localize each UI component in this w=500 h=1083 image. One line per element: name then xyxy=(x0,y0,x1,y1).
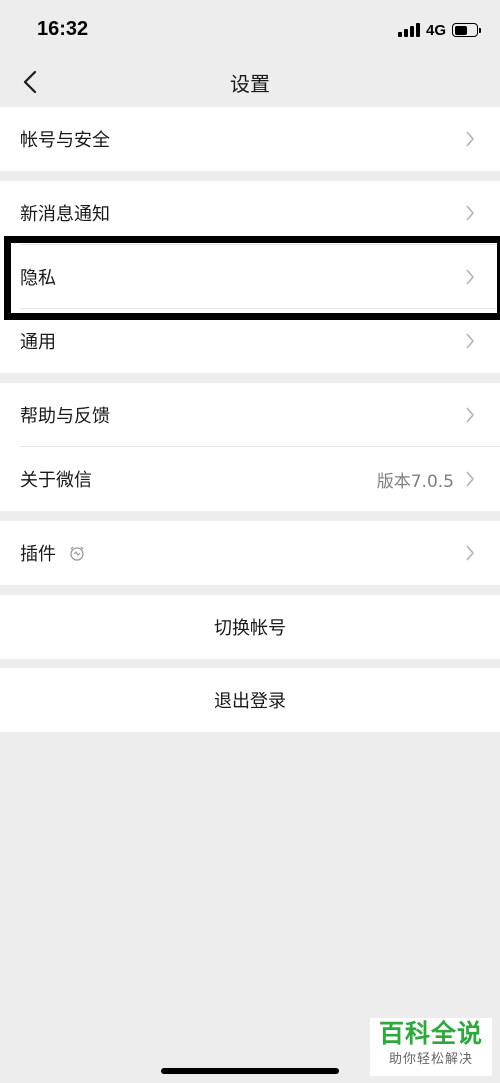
status-bar: 16:32 4G xyxy=(0,0,500,58)
chevron-right-icon xyxy=(462,131,478,147)
settings-group-help: 帮助与反馈 关于微信 版本7.0.5 xyxy=(0,383,500,511)
watermark-logo: 百科全说 助你轻松解决 xyxy=(370,1018,492,1076)
plugin-icon xyxy=(68,544,86,562)
cell-label: 帮助与反馈 xyxy=(20,406,110,427)
battery-level xyxy=(454,25,468,35)
chevron-right-icon xyxy=(462,269,478,285)
cell-label: 通用 xyxy=(20,332,56,353)
cell-privacy[interactable]: 隐私 xyxy=(0,245,500,309)
cell-general[interactable]: 通用 xyxy=(0,309,500,373)
logout-button[interactable]: 退出登录 xyxy=(0,668,500,732)
plugins-label: 插件 xyxy=(20,544,56,565)
settings-group-general: 新消息通知 隐私 通用 xyxy=(0,181,500,373)
switch-account-label: 切换帐号 xyxy=(214,618,286,639)
cell-account-security[interactable]: 帐号与安全 xyxy=(0,107,500,171)
cell-label: 插件 xyxy=(20,540,86,566)
chevron-right-icon xyxy=(462,471,478,487)
page-title: 设置 xyxy=(230,72,270,96)
cell-label: 关于微信 xyxy=(20,470,92,491)
status-indicators: 4G xyxy=(397,20,481,40)
logout-label: 退出登录 xyxy=(214,691,286,712)
chevron-right-icon xyxy=(462,545,478,561)
home-indicator[interactable] xyxy=(161,1068,339,1074)
version-value: 版本7.0.5 xyxy=(376,471,454,492)
chevron-right-icon xyxy=(462,333,478,349)
cell-label: 帐号与安全 xyxy=(20,130,110,151)
chevron-right-icon xyxy=(462,407,478,423)
logout-group: 退出登录 xyxy=(0,668,500,732)
switch-account-group: 切换帐号 xyxy=(0,595,500,659)
status-time: 16:32 xyxy=(37,18,89,40)
cell-plugins[interactable]: 插件 xyxy=(0,521,500,585)
settings-group-account: 帐号与安全 xyxy=(0,107,500,171)
cell-help-feedback[interactable]: 帮助与反馈 xyxy=(0,383,500,447)
cell-label: 新消息通知 xyxy=(20,204,110,225)
chevron-right-icon xyxy=(462,205,478,221)
network-type: 4G xyxy=(425,21,446,39)
watermark-title: 百科全说 xyxy=(378,1019,483,1048)
switch-account-button[interactable]: 切换帐号 xyxy=(0,595,500,659)
cell-label: 隐私 xyxy=(20,268,56,289)
signal-icon xyxy=(397,23,420,37)
cell-about-wechat[interactable]: 关于微信 版本7.0.5 xyxy=(0,447,500,511)
battery-icon xyxy=(452,23,481,37)
cell-new-message-notifications[interactable]: 新消息通知 xyxy=(0,181,500,245)
settings-group-plugins: 插件 xyxy=(0,521,500,585)
watermark-subtitle: 助你轻松解决 xyxy=(388,1052,473,1067)
nav-bar: 设置 xyxy=(0,58,500,106)
